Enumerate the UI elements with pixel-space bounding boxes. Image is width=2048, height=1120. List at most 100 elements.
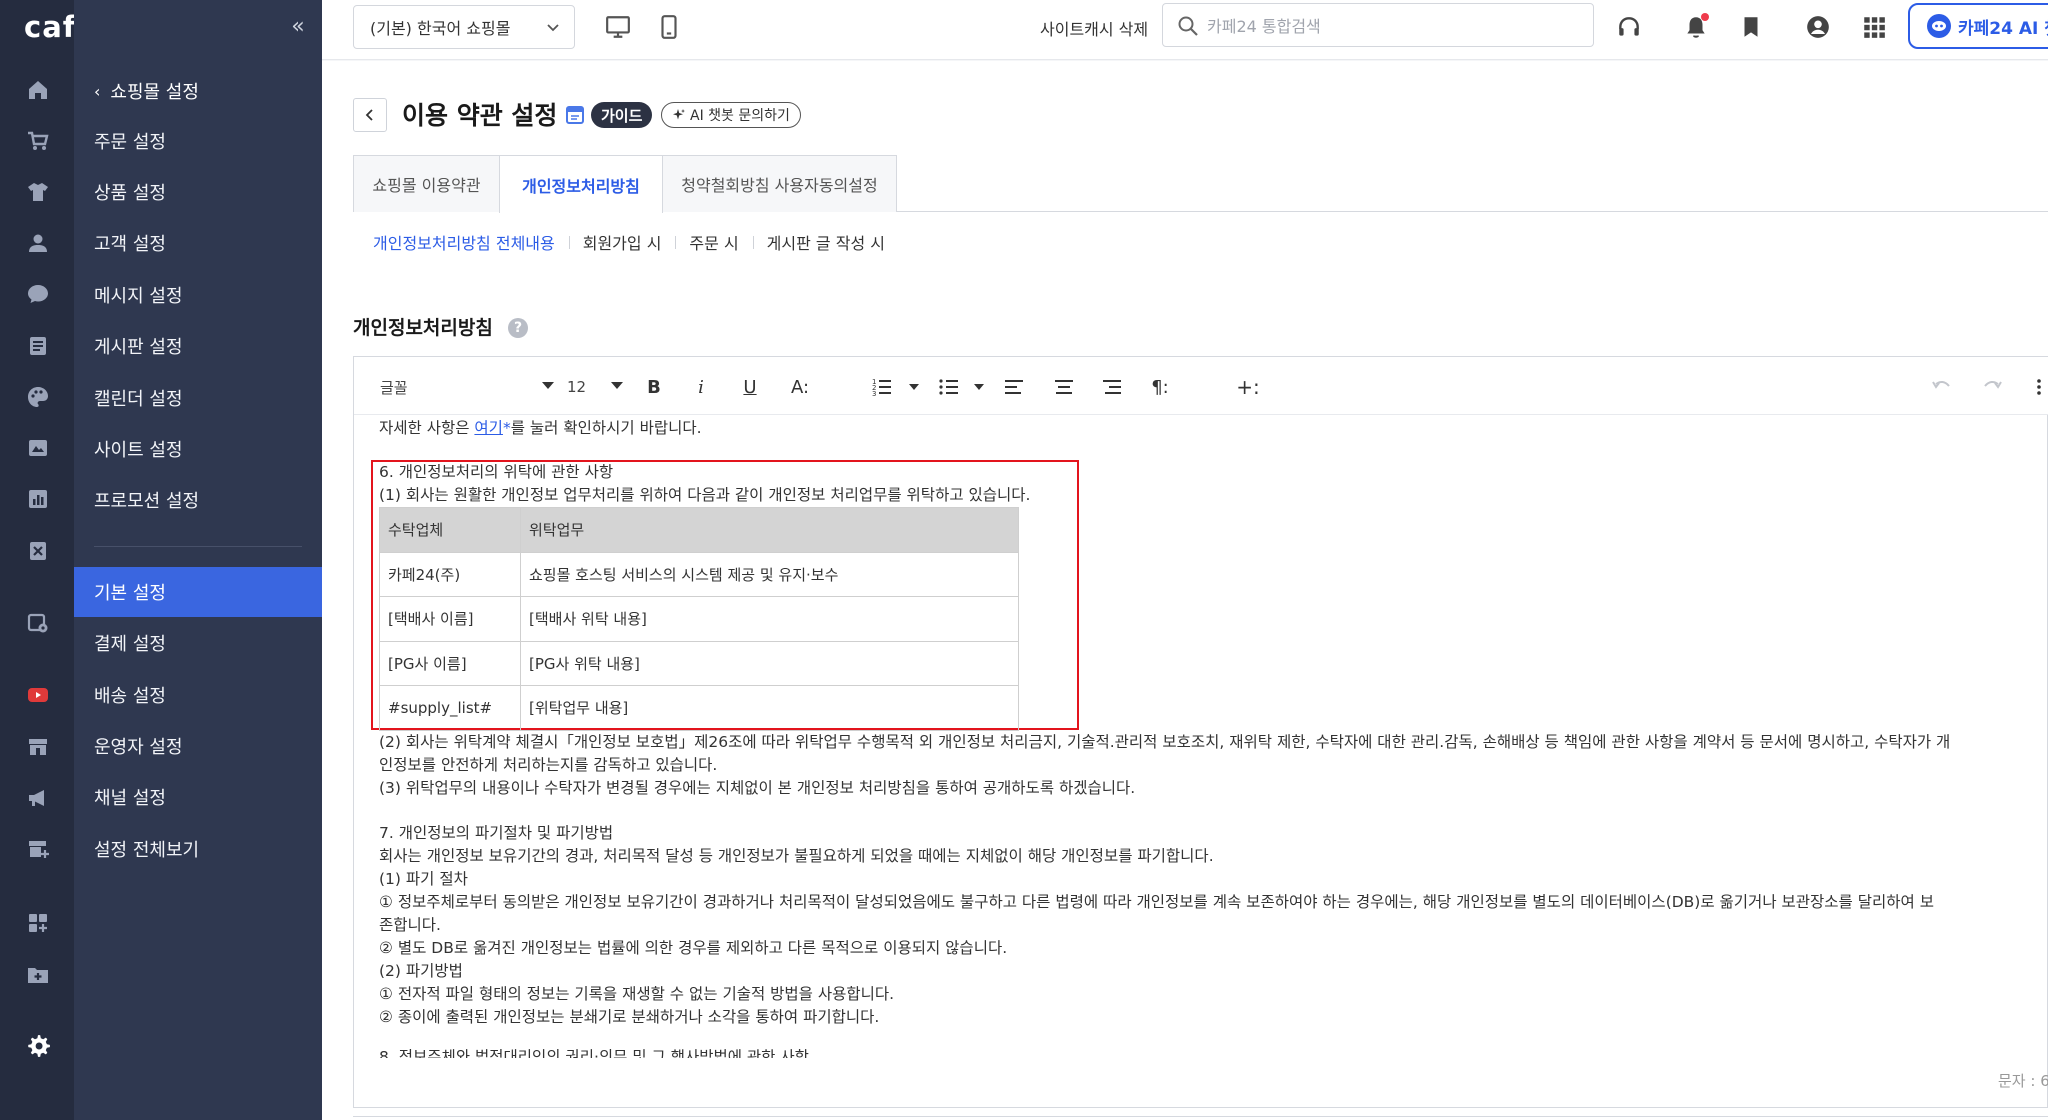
intro-prefix: 자세한 사항은 [379,419,475,437]
chart-icon[interactable] [25,486,51,512]
site-icon[interactable] [25,435,51,461]
sidebar-item-label: 기본 설정 [94,583,166,604]
subtab-full-policy[interactable]: 개인정보처리방침 전체내용 [373,230,569,254]
store-icon[interactable] [25,734,51,760]
table-header: 수탁업체 [379,507,521,553]
subtab-board-post[interactable]: 게시판 글 작성 시 [752,230,899,254]
shop-select[interactable]: (기본) 한국어 쇼핑몰 [353,5,575,49]
calendar-settings-icon[interactable] [25,610,51,636]
apps-add-icon[interactable] [25,910,51,936]
bell-icon[interactable] [1681,12,1711,42]
undo-icon[interactable] [1929,372,1953,402]
subtab-signup[interactable]: 회원가입 시 [568,230,676,254]
subtab-order[interactable]: 주문 시 [675,230,752,254]
page-title: 이용 약관 설정 [402,101,558,130]
search-input[interactable] [1207,12,1577,40]
align-left-icon[interactable] [1002,372,1026,402]
desktop-view-icon[interactable] [603,12,633,42]
sidebar-item-channel[interactable]: 채널 설정 [74,772,322,822]
font-family-select[interactable]: 글꼴 [380,374,554,400]
cart-icon[interactable] [25,128,51,154]
section6-paragraph2-cont: 인정보를 안전하게 처리하는지를 감독하고 있습니다. [379,756,718,774]
sidebar-back-link[interactable]: ‹ 쇼핑몰 설정 [94,76,199,106]
section6-title: 6. 개인정보처리의 위탁에 관한 사항 [379,463,614,481]
sidebar-item-customer[interactable]: 고객 설정 [74,218,322,268]
sidebar-item-label: 게시판 설정 [94,337,183,358]
folder-add-icon[interactable] [25,962,51,988]
account-icon[interactable] [1803,12,1833,42]
font-size-button[interactable]: A: [786,372,814,402]
shirt-icon[interactable] [25,179,51,205]
headset-icon[interactable] [1614,12,1644,42]
redo-icon[interactable] [1981,372,2005,402]
sidebar-item-board[interactable]: 게시판 설정 [74,321,322,371]
more-vertical-icon[interactable] [2032,372,2046,402]
insert-button[interactable]: +: [1234,372,1262,402]
section7-item1: (1) 파기 절차 [379,870,468,888]
add-store-icon[interactable] [25,836,51,862]
tab-shop-terms[interactable]: 쇼핑몰 이용약관 [353,155,500,212]
guide-badge[interactable]: 가이드 [591,102,653,128]
sidebar-item-calendar[interactable]: 캘린더 설정 [74,373,322,423]
mobile-view-icon[interactable] [654,12,684,42]
sidebar-item-site[interactable]: 사이트 설정 [74,424,322,474]
align-center-icon[interactable] [1052,372,1076,402]
apps-grid-icon[interactable] [1859,12,1889,42]
trustee-table: 수탁업체 위탁업무 카페24(주) 쇼핑몰 호스팅 서비스의 시스템 제공 및 … [379,507,1019,731]
caret-down-icon [542,382,554,389]
tab-withdrawal-consent[interactable]: 청약철회방침 사용자동의설정 [662,155,897,212]
sidebar-item-operator[interactable]: 운영자 설정 [74,721,322,771]
sidebar-item-label: 설정 전체보기 [94,840,200,861]
subtab-bar: 개인정보처리방침 전체내용 회원가입 시 주문 시 게시판 글 작성 시 [373,228,899,256]
sidebar-item-shipping[interactable]: 배송 설정 [74,670,322,720]
youtube-icon[interactable] [25,682,51,708]
sidebar-item-label: 고객 설정 [94,234,166,255]
megaphone-icon[interactable] [25,785,51,811]
underline-button[interactable]: U [738,372,762,402]
tab-privacy-policy[interactable]: 개인정보처리방침 [499,155,663,213]
table-cell: #supply_list# [379,685,521,731]
sidebar-item-payment[interactable]: 결제 설정 [74,618,322,668]
board-icon[interactable] [25,333,51,359]
cafe24-ai-chat-button[interactable]: 카페24 AI 챗 [1908,3,2048,49]
collapse-sidebar-button[interactable]: « [286,14,310,40]
sidebar-item-promotion[interactable]: 프로모션 설정 [74,475,322,525]
caret-down-icon[interactable] [974,384,984,390]
table-cell: 쇼핑몰 호스팅 서비스의 시스템 제공 및 유지·보수 [520,551,1019,597]
palette-icon[interactable] [25,384,51,410]
align-right-icon[interactable] [1100,372,1124,402]
excel-icon[interactable] [25,538,51,564]
ai-chatbot-button[interactable]: AI 챗봇 문의하기 [661,102,801,128]
table-cell: [택배사 위탁 내용] [520,596,1019,642]
back-button[interactable] [353,98,387,132]
table-cell: [PG사 이름] [379,640,521,686]
paragraph-button[interactable]: ¶: [1146,372,1174,402]
sidebar-item-message[interactable]: 메시지 설정 [74,270,322,320]
help-icon[interactable]: ? [508,318,528,338]
sidebar-item-product[interactable]: 상품 설정 [74,167,322,217]
character-counter: 문자 : 6 [1998,1072,2048,1090]
font-size-select[interactable]: 12 [567,374,623,400]
link-mark: * [502,419,511,437]
gear-icon[interactable] [25,1033,51,1059]
section7-item1a: ① 정보주체로부터 동의받은 개인정보 보유기간이 경과하거나 처리목적이 달성… [379,893,1934,911]
caret-down-icon[interactable] [909,384,919,390]
table-cell: [위탁업무 내용] [520,685,1019,731]
sidebar-item-order[interactable]: 주문 설정 [74,116,322,166]
bold-button[interactable]: B [642,372,666,402]
sidebar-item-basic[interactable]: 기본 설정 [74,567,322,617]
sidebar-item-all-settings[interactable]: 설정 전체보기 [74,824,322,874]
manual-icon[interactable] [564,104,586,126]
bullet-list-icon[interactable] [937,372,961,402]
user-icon[interactable] [25,230,51,256]
bookmark-icon[interactable] [1736,12,1766,42]
italic-button[interactable]: i [691,372,711,402]
chat-icon[interactable] [25,281,51,307]
section7-item1a-cont: 존합니다. [379,916,441,934]
icon-rail: cafe24 [0,0,138,1120]
ordered-list-icon[interactable]: 123 [870,372,894,402]
sidebar-item-label: 프로모션 설정 [94,491,200,512]
here-link[interactable]: 여기 [474,419,503,437]
clear-cache-button[interactable]: 사이트캐시 삭제 [1040,16,1148,40]
home-icon[interactable] [25,77,51,103]
